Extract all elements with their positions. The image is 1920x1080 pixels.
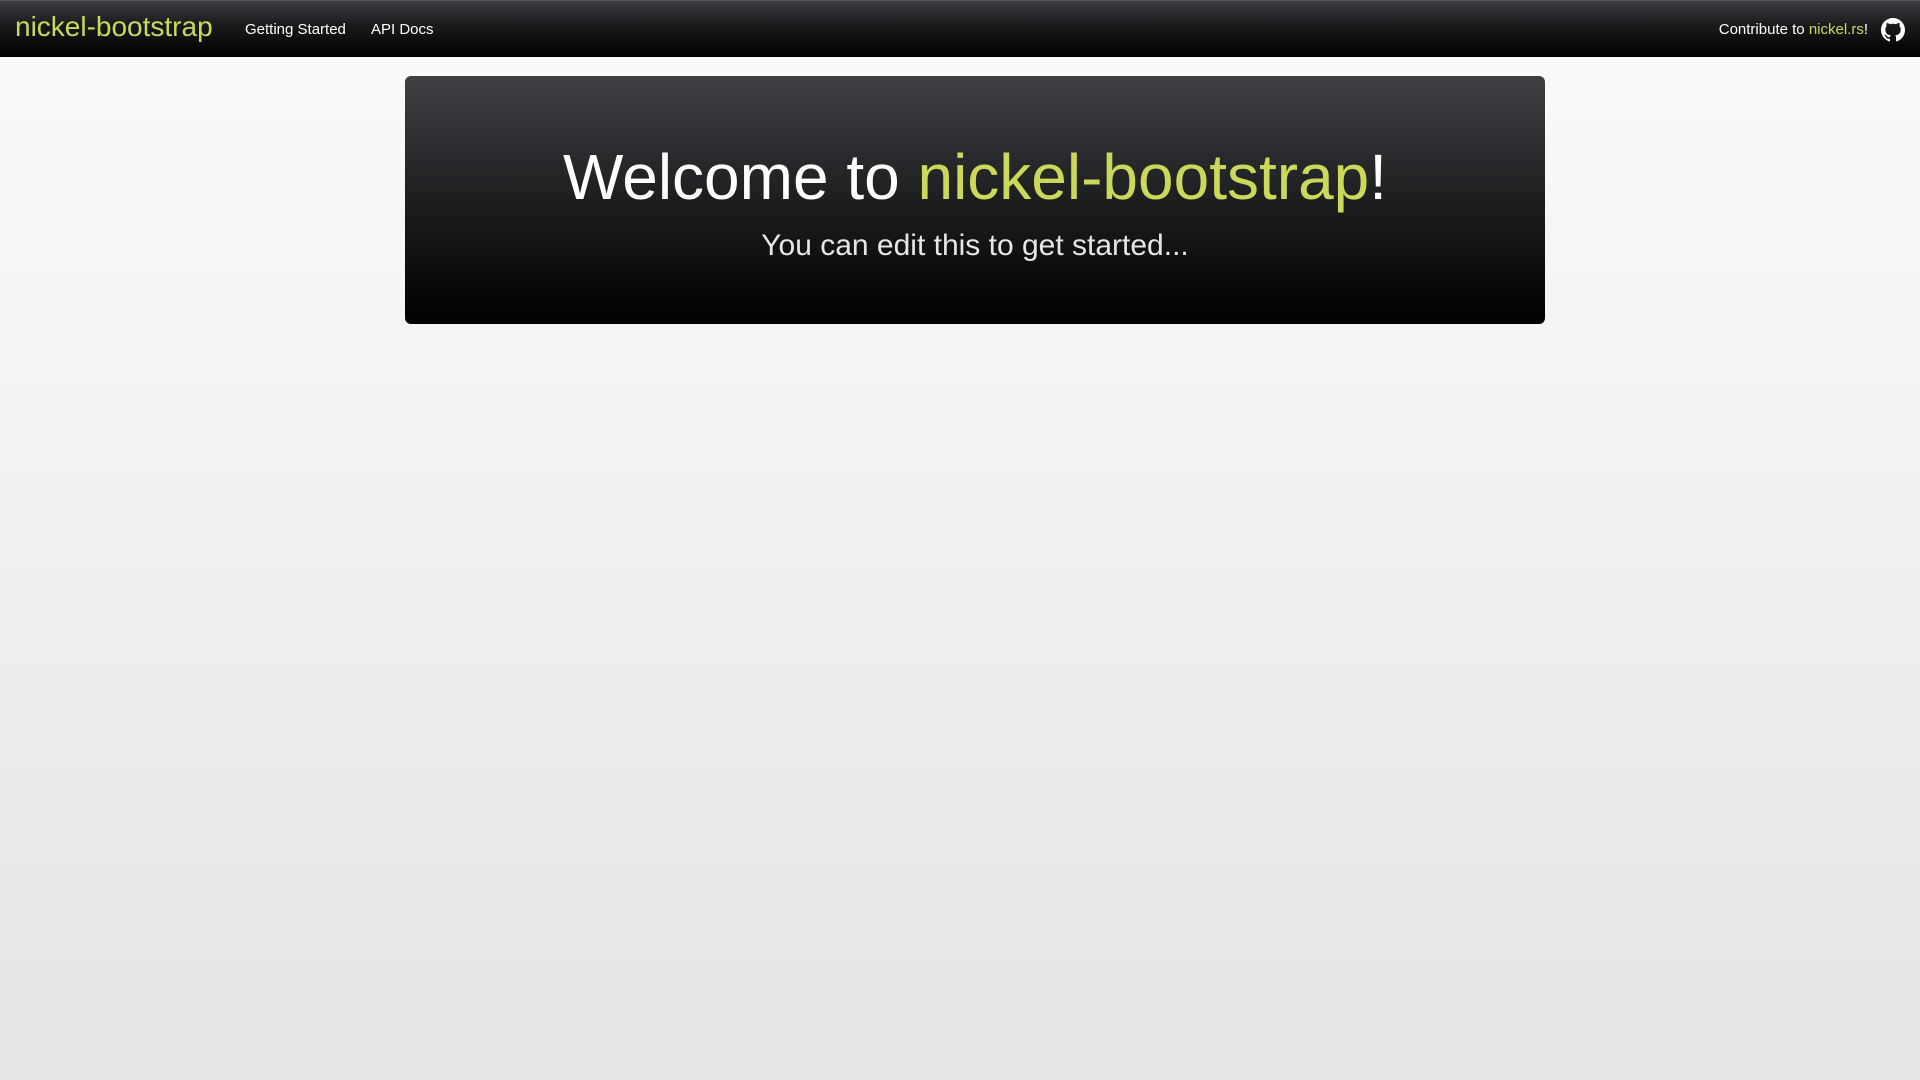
title-accent: nickel-bootstrap <box>917 141 1370 213</box>
page-title: Welcome to nickel-bootstrap! <box>405 140 1545 214</box>
contribute-prefix: Contribute to <box>1718 21 1809 38</box>
github-icon[interactable] <box>1881 18 1905 42</box>
nav-api-docs[interactable]: API Docs <box>371 20 434 40</box>
title-prefix: Welcome to <box>562 141 918 213</box>
page-subtitle: You can edit this to get started... <box>761 229 1189 262</box>
nickel-rs-link[interactable]: nickel.rs <box>1809 21 1864 38</box>
brand-link[interactable]: nickel-bootstrap <box>15 10 213 44</box>
jumbotron: Welcome to nickel-bootstrap! You can edi… <box>405 76 1545 324</box>
contribute-suffix: ! <box>1863 21 1868 38</box>
nav-getting-started[interactable]: Getting Started <box>245 20 346 40</box>
navbar: nickel-bootstrap Getting Started API Doc… <box>0 0 1920 57</box>
title-suffix: ! <box>1369 141 1388 213</box>
contribute-text: Contribute to nickel.rs! <box>1719 20 1868 40</box>
